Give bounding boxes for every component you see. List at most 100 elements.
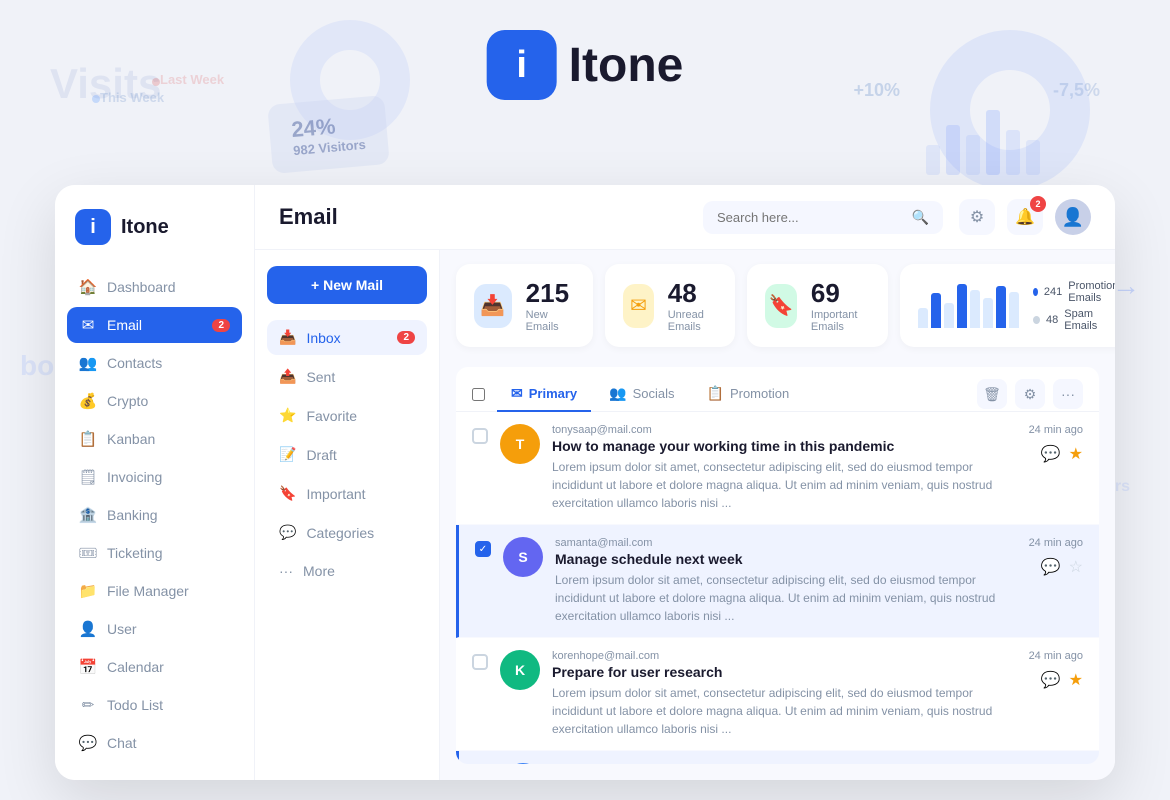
- email-from: samanta@mail.com: [555, 537, 1017, 549]
- sidebar-item-label: Crypto: [107, 393, 148, 409]
- folder-sent[interactable]: 📤 Sent: [267, 359, 427, 394]
- star-icon[interactable]: ☆: [1069, 557, 1083, 577]
- notification-badge: 2: [1030, 196, 1046, 212]
- sidebar-item-label: Kanban: [107, 431, 155, 447]
- sidebar-item-ticketing[interactable]: 🎟 Ticketing: [67, 535, 242, 571]
- tab-label: Socials: [633, 386, 675, 401]
- email-row[interactable]: ✓ J jordannico@mail.com Bug Issues Repor…: [456, 751, 1099, 764]
- email-meta: 24 min ago 💬 ☆: [1029, 537, 1083, 577]
- categories-icon: 💬: [279, 524, 296, 541]
- folder-more[interactable]: ··· More: [267, 554, 427, 588]
- email-checkbox[interactable]: [472, 428, 488, 444]
- settings-button[interactable]: ⚙: [959, 199, 995, 235]
- bg-dot2: [152, 78, 160, 86]
- email-content: samanta@mail.com Manage schedule next we…: [555, 537, 1017, 625]
- stat-card-chart: 241 Promotion Emails 48 Spam Emails: [900, 264, 1115, 347]
- sidebar-item-invoicing[interactable]: 🗒 Invoicing: [67, 459, 242, 495]
- star-icon[interactable]: ★: [1069, 444, 1083, 464]
- folder-draft[interactable]: 📝 Draft: [267, 437, 427, 472]
- folder-favorite[interactable]: ⭐ Favorite: [267, 398, 427, 433]
- bg-donut: [290, 20, 410, 140]
- email-preview: Lorem ipsum dolor sit amet, consectetur …: [552, 458, 1017, 512]
- settings-icon: ⚙: [1024, 386, 1037, 403]
- new-emails-count: 215: [526, 278, 576, 309]
- email-row[interactable]: T tonysaap@mail.com How to manage your w…: [456, 412, 1099, 525]
- sidebar-item-label: Invoicing: [107, 469, 162, 485]
- important-icon-wrap: 🔖: [765, 284, 796, 328]
- user-avatar-button[interactable]: 👤: [1055, 199, 1091, 235]
- tab-primary[interactable]: ✉ Primary: [497, 377, 591, 412]
- sidebar-item-calendar[interactable]: 📅 Calendar: [67, 649, 242, 685]
- sidebar-item-banking[interactable]: 🏦 Banking: [67, 497, 242, 533]
- sidebar-item-todo[interactable]: ✏ Todo List: [67, 687, 242, 723]
- email-avatar: S: [503, 537, 543, 577]
- chart-legend: 241 Promotion Emails 48 Spam Emails: [1033, 280, 1115, 332]
- sidebar-item-contacts[interactable]: 👥 Contacts: [67, 345, 242, 381]
- sidebar-item-email[interactable]: ✉ Email 2: [67, 307, 242, 343]
- folder-label: Categories: [306, 525, 374, 541]
- email-row[interactable]: ✓ S samanta@mail.com Manage schedule nex…: [456, 525, 1099, 638]
- sidebar-item-dashboard[interactable]: 🏠 Dashboard: [67, 269, 242, 305]
- email-meta: 24 min ago 💬 ★: [1029, 424, 1083, 464]
- tab-label: Primary: [529, 386, 577, 401]
- email-row[interactable]: K korenhope@mail.com Prepare for user re…: [456, 638, 1099, 751]
- page-title: Email: [279, 204, 338, 230]
- sidebar-item-label: Email: [107, 317, 142, 333]
- sidebar-item-label: Dashboard: [107, 279, 176, 295]
- sidebar-item-file-manager[interactable]: 📁 File Manager: [67, 573, 242, 609]
- sidebar-item-kanban[interactable]: 📋 Kanban: [67, 421, 242, 457]
- email-subject: Manage schedule next week: [555, 551, 1017, 567]
- more-options-button[interactable]: ···: [1053, 379, 1083, 409]
- comment-icon[interactable]: 💬: [1041, 670, 1061, 690]
- sent-icon: 📤: [279, 368, 296, 385]
- important-count: 69: [811, 278, 870, 309]
- tab-socials[interactable]: 👥 Socials: [595, 377, 688, 412]
- delete-button[interactable]: 🗑: [977, 379, 1007, 409]
- folder-label: Favorite: [306, 408, 357, 424]
- email-badge: 2: [212, 319, 230, 332]
- email-actions: 💬 ★: [1041, 444, 1083, 464]
- important-info: 69 Important Emails: [811, 278, 870, 333]
- notifications-button[interactable]: 🔔 2: [1007, 199, 1043, 235]
- email-checkbox[interactable]: ✓: [475, 541, 491, 557]
- sidebar-item-chat[interactable]: 💬 Chat: [67, 725, 242, 761]
- invoicing-icon: 🗒: [79, 468, 97, 486]
- email-content: tonysaap@mail.com How to manage your wor…: [552, 424, 1017, 512]
- email-checkbox[interactable]: [472, 654, 488, 670]
- banking-icon: 🏦: [79, 506, 97, 524]
- email-content: korenhope@mail.com Prepare for user rese…: [552, 650, 1017, 738]
- folder-label: More: [303, 563, 335, 579]
- email-preview: Lorem ipsum dolor sit amet, consectetur …: [555, 571, 1017, 625]
- stat-card-new-emails: 📥 215 New Emails: [456, 264, 593, 347]
- favorite-icon: ⭐: [279, 407, 296, 424]
- bg-visits-text: Visits: [50, 60, 161, 108]
- left-panel: + New Mail 📥 Inbox 2 📤 Sent ⭐ Favorite: [255, 250, 440, 780]
- sidebar-item-user[interactable]: 👤 User: [67, 611, 242, 647]
- spam-dot: [1033, 316, 1040, 324]
- email-subject: How to manage your working time in this …: [552, 438, 1017, 454]
- folder-important[interactable]: 🔖 Important: [267, 476, 427, 511]
- folder-inbox[interactable]: 📥 Inbox 2: [267, 320, 427, 355]
- new-mail-button[interactable]: + New Mail: [267, 266, 427, 304]
- inbox-stat-icon: 📥: [480, 293, 505, 318]
- star-icon[interactable]: ★: [1069, 670, 1083, 690]
- comment-filled-icon[interactable]: 💬: [1041, 557, 1061, 577]
- folder-label: Important: [306, 486, 365, 502]
- sidebar-item-crypto[interactable]: 💰 Crypto: [67, 383, 242, 419]
- dashboard-icon: 🏠: [79, 278, 97, 296]
- tab-settings-button[interactable]: ⚙: [1015, 379, 1045, 409]
- user-icon: 👤: [79, 620, 97, 638]
- folder-label: Draft: [306, 447, 336, 463]
- folder-categories[interactable]: 💬 Categories: [267, 515, 427, 550]
- main-content: Email 🔍 ⚙ 🔔 2 👤 + N: [255, 185, 1115, 780]
- select-all-checkbox[interactable]: [472, 388, 485, 401]
- app-container: i Itone 🏠 Dashboard ✉ Email 2 👥 Contacts: [55, 185, 1115, 780]
- search-input[interactable]: [717, 210, 904, 225]
- promotion-dot: [1033, 288, 1038, 296]
- tab-promotion[interactable]: 📋 Promotion: [693, 377, 804, 412]
- unread-icon-wrap: ✉: [623, 284, 653, 328]
- email-avatar: T: [500, 424, 540, 464]
- comment-icon[interactable]: 💬: [1041, 444, 1061, 464]
- sidebar-item-label: Banking: [107, 507, 158, 523]
- bg-logo-icon: i: [487, 30, 557, 100]
